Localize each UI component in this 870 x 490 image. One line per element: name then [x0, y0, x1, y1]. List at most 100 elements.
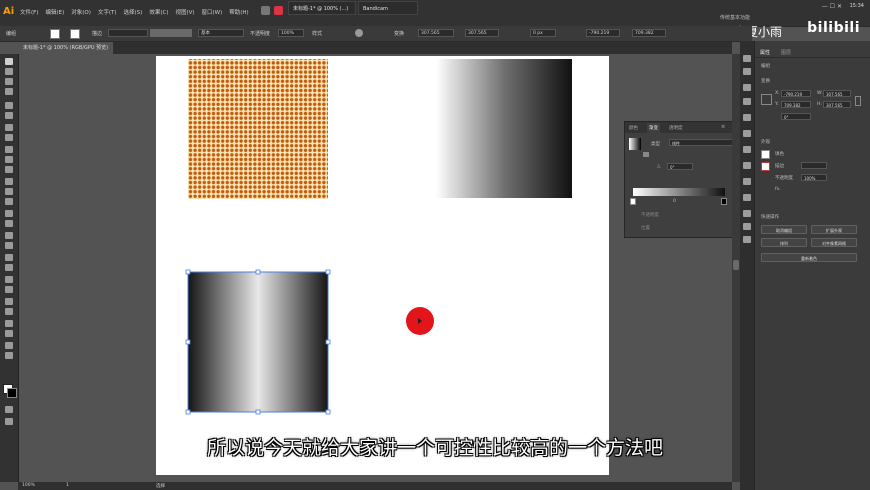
workspace-icon[interactable]: [261, 6, 270, 15]
eraser-tool-icon[interactable]: [5, 178, 13, 185]
brush-definition[interactable]: 基本: [198, 29, 244, 37]
arrange-button[interactable]: 排列: [761, 238, 807, 247]
artboard-tool-icon[interactable]: [5, 320, 13, 327]
free-transform-tool-icon[interactable]: [5, 220, 13, 227]
screen-mode-icon[interactable]: [5, 418, 13, 425]
mesh-tool-icon[interactable]: [5, 254, 13, 261]
layers-icon[interactable]: [743, 210, 751, 217]
workspace-label[interactable]: 传统基本功能: [720, 14, 750, 21]
ungroup-button[interactable]: 取消编组: [761, 225, 807, 234]
recolor-icon[interactable]: [355, 29, 363, 37]
opacity-field[interactable]: 100%: [278, 29, 304, 37]
gradient-stop-right[interactable]: [721, 198, 727, 205]
menu-window[interactable]: 窗口(W): [202, 8, 223, 16]
pen-tool-icon[interactable]: [5, 102, 13, 109]
stroke-color-box[interactable]: [7, 388, 17, 398]
gradient-type-select[interactable]: 线性: [669, 139, 733, 146]
reverse-gradient-icon[interactable]: [643, 152, 649, 157]
artboard[interactable]: [156, 56, 609, 475]
w-field[interactable]: 307.565: [823, 90, 851, 97]
scale-tool-icon[interactable]: [5, 198, 13, 205]
menu-type[interactable]: 文字(T): [98, 8, 117, 16]
selected-halftone-square[interactable]: [187, 271, 329, 413]
stroke-swatch[interactable]: [761, 162, 770, 171]
rectangle-tool-icon[interactable]: [5, 146, 13, 153]
width-tool-icon[interactable]: [5, 210, 13, 217]
gradient-swatch[interactable]: [629, 138, 641, 150]
stroke-weight-field[interactable]: [801, 162, 827, 169]
artboards-icon[interactable]: [743, 223, 751, 230]
paintbrush-tool-icon[interactable]: [5, 156, 13, 163]
x-field[interactable]: -790.219: [781, 90, 811, 97]
y-field[interactable]: 709.382: [781, 101, 811, 108]
shape-builder-tool-icon[interactable]: [5, 232, 13, 239]
fx-label[interactable]: fx.: [775, 187, 781, 192]
fill-swatch[interactable]: [50, 29, 60, 39]
menu-edit[interactable]: 编辑(E): [45, 8, 64, 16]
window-tab-bandicam[interactable]: Bandicam: [358, 1, 418, 15]
graphic-styles-icon[interactable]: [743, 194, 751, 201]
tab-gradient[interactable]: 渐变: [647, 123, 660, 133]
gradient-slider[interactable]: [633, 188, 725, 196]
recolor-button[interactable]: 重新着色: [761, 253, 857, 262]
color-icon[interactable]: [743, 84, 751, 91]
window-controls[interactable]: — ☐ ✕: [822, 3, 842, 10]
lasso-tool-icon[interactable]: [5, 88, 13, 95]
gradient-icon[interactable]: [743, 146, 751, 153]
swatches-icon[interactable]: [743, 98, 751, 105]
menu-object[interactable]: 对象(O): [71, 8, 91, 16]
perspective-grid-tool-icon[interactable]: [5, 242, 13, 249]
magic-wand-tool-icon[interactable]: [5, 78, 13, 85]
pencil-tool-icon[interactable]: [5, 166, 13, 173]
type-tool-icon[interactable]: [5, 124, 13, 131]
panel-menu-icon[interactable]: ≡: [721, 124, 725, 130]
rotate-tool-icon[interactable]: [5, 188, 13, 195]
zoom-level[interactable]: 100%: [22, 483, 35, 488]
column-graph-tool-icon[interactable]: [5, 308, 13, 315]
black-halftone-gradient[interactable]: [436, 59, 572, 198]
rotation-field[interactable]: 0°: [781, 113, 811, 120]
fill-swatch[interactable]: [761, 150, 770, 159]
selection-tool-icon[interactable]: [5, 58, 13, 65]
orange-halftone-square[interactable]: [188, 59, 328, 199]
line-tool-icon[interactable]: [5, 134, 13, 141]
app-icon[interactable]: [274, 6, 283, 15]
links-icon[interactable]: [743, 236, 751, 243]
direct-selection-tool-icon[interactable]: [5, 68, 13, 75]
x-field[interactable]: 307.565: [418, 29, 454, 37]
transform-label[interactable]: 变换: [394, 30, 404, 37]
expand-appearance-button[interactable]: 扩展外观: [811, 225, 857, 234]
zoom-tool-icon[interactable]: [5, 352, 13, 359]
document-tab[interactable]: 未标题-1* @ 100% (RGB/GPU 预览): [18, 42, 114, 54]
appearance-icon[interactable]: [743, 178, 751, 185]
window-tab-illustrator[interactable]: 未标题-1* @ 100% (...): [288, 1, 356, 15]
align-pixel-grid-button[interactable]: 对齐像素网格: [811, 238, 857, 247]
blend-tool-icon[interactable]: [5, 286, 13, 293]
constrain-proportions-icon[interactable]: [855, 96, 861, 106]
menu-effect[interactable]: 效果(C): [149, 8, 168, 16]
menu-view[interactable]: 视图(V): [175, 8, 194, 16]
curvature-tool-icon[interactable]: [5, 112, 13, 119]
stroke-icon[interactable]: [743, 130, 751, 137]
artboard-number[interactable]: 1: [66, 483, 69, 488]
draw-mode-icon[interactable]: [5, 406, 13, 413]
menu-select[interactable]: 选择(S): [124, 8, 143, 16]
opacity-field[interactable]: 100%: [801, 174, 827, 181]
w-field[interactable]: 307.565: [465, 29, 499, 37]
transparency-icon[interactable]: [743, 162, 751, 169]
slice-tool-icon[interactable]: [5, 330, 13, 337]
tab-color[interactable]: 颜色: [629, 125, 638, 131]
vertical-scrollbar[interactable]: [732, 54, 740, 482]
symbol-sprayer-tool-icon[interactable]: [5, 298, 13, 305]
reference-point-icon[interactable]: [761, 94, 772, 105]
libraries-icon[interactable]: [743, 68, 751, 75]
menu-help[interactable]: 帮助(H): [229, 8, 248, 16]
properties-icon[interactable]: [743, 55, 751, 62]
rotate-field[interactable]: 0 px: [530, 29, 556, 37]
angle-field[interactable]: 0°: [667, 163, 693, 170]
tab-layers[interactable]: 图层: [781, 49, 791, 56]
eyedropper-tool-icon[interactable]: [5, 276, 13, 283]
gradient-stop-left[interactable]: [630, 198, 636, 205]
h-field[interactable]: 307.565: [823, 101, 851, 108]
menu-file[interactable]: 文件(F): [20, 8, 38, 16]
